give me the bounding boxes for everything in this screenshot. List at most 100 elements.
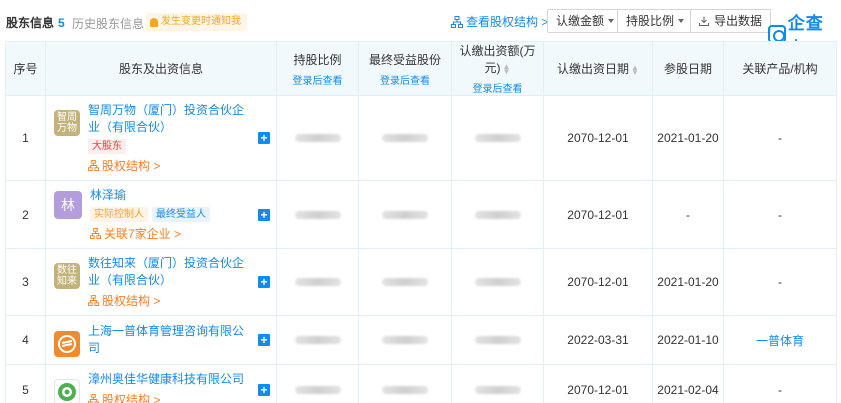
blurred-value — [382, 385, 428, 394]
amount-cell — [451, 315, 544, 365]
role-tag: 大股东 — [88, 139, 126, 154]
col-join-date: 参股日期 — [652, 41, 724, 96]
shareholder-count: 5 — [58, 16, 65, 30]
amount-cell — [451, 364, 544, 403]
col-date[interactable]: 认缴出资日期 ▲ ▼ — [543, 41, 653, 96]
col-amount[interactable]: 认缴出资额(万元) ▲ ▼ 登录后查看 — [451, 41, 544, 96]
chevron-down-icon — [608, 19, 615, 23]
expand-plus-icon[interactable]: + — [258, 132, 270, 144]
final-benefit-cell — [358, 248, 452, 316]
expand-plus-icon[interactable]: + — [258, 383, 270, 396]
table-row: 5 漳州奥佳华健康科技有限公司 股权结构 > +2070-12-01 2021-02-0… — [5, 364, 837, 403]
table-row: 1 智周 万物 智周万物（厦门）投资合伙企业（有限合伙） 大股东 股权结构 > +2070-… — [5, 95, 837, 181]
login-to-view-link[interactable]: 登录后查看 — [359, 72, 451, 87]
row-number: 2 — [5, 180, 46, 249]
shareholder-cell: 智周 万物 智周万物（厦门）投资合伙企业（有限合伙） 大股东股权结构 > + — [45, 95, 277, 181]
final-benefit-cell — [358, 95, 452, 181]
avatar: 林 — [54, 191, 82, 219]
amount-filter-dropdown[interactable]: 认缴金额 — [547, 9, 624, 33]
tree-icon — [88, 295, 99, 306]
section-title: 股东信息 5 — [6, 16, 65, 30]
final-benefit-cell — [358, 180, 452, 249]
blurred-value — [294, 278, 341, 286]
subscribe-date-cell: 2070-12-01 — [543, 95, 653, 181]
blurred-value — [474, 385, 521, 394]
expand-plus-icon[interactable]: + — [258, 334, 270, 346]
table-row: 2 林林泽瑜 实际控制人 最终受益人 关联7家企业 > +2070-12-01- - — [5, 180, 837, 249]
related-product-cell: - — [723, 248, 837, 316]
shareholder-cell: 林林泽瑜实际控制人 最终受益人关联7家企业 > + — [45, 180, 277, 249]
shareholder-table: 序号 股东及出资信息 持股比例 登录后查看 最终受益股份 登录后查看 认缴出资额(万… — [5, 41, 837, 403]
ratio-cell — [276, 180, 359, 249]
login-to-view-link[interactable]: 登录后查看 — [452, 80, 543, 95]
row-number: 5 — [5, 364, 46, 403]
history-shareholders-link[interactable]: 历史股东信息1 — [72, 15, 155, 32]
tree-icon — [88, 160, 99, 171]
blurred-value — [294, 336, 341, 344]
join-date-cell: 2022-01-10 — [652, 315, 724, 365]
blurred-value — [474, 278, 521, 286]
table-row: 4 上海一普体育管理咨询有限公司 +2022-03-31 2022-01-10 一普体育 — [5, 315, 837, 365]
equity-structure-link[interactable]: 股权结构 > — [88, 391, 250, 403]
shareholder-name-link[interactable]: 漳州奥佳华健康科技有限公司 — [88, 371, 250, 388]
sort-icon: ▲ ▼ — [631, 62, 639, 77]
role-tag: 实际控制人 — [90, 207, 148, 222]
subscribe-date-cell: 2070-12-01 — [543, 248, 653, 316]
blurred-value — [294, 210, 341, 219]
ratio-filter-dropdown[interactable]: 持股比例 — [617, 9, 694, 33]
ratio-cell — [276, 364, 359, 403]
equity-structure-link[interactable]: 股权结构 > — [88, 292, 250, 309]
expand-plus-icon[interactable]: + — [258, 276, 270, 288]
subscribe-date-cell: 2070-12-01 — [543, 364, 653, 403]
tree-icon — [88, 394, 99, 403]
avatar: 智周 万物 — [54, 110, 80, 136]
blurred-value — [474, 336, 521, 344]
expand-plus-icon[interactable]: + — [258, 208, 270, 221]
amount-cell — [451, 180, 544, 249]
export-button[interactable]: 导出数据 — [690, 9, 772, 33]
tree-icon — [451, 15, 463, 28]
join-date-cell: 2021-01-20 — [652, 248, 724, 316]
col-no: 序号 — [5, 41, 46, 96]
join-date-cell: 2021-02-04 — [652, 364, 724, 403]
view-structure-link[interactable]: 查看股权结构 > — [451, 13, 548, 30]
join-date-cell: 2021-01-20 — [652, 95, 724, 181]
blurred-value — [382, 210, 428, 219]
shareholder-cell: 数往 知来 数往知来（厦门）投资合伙企业（有限合伙） 股权结构 > + — [45, 248, 277, 316]
bell-icon — [150, 17, 158, 27]
shareholder-cell: 上海一普体育管理咨询有限公司 + — [45, 315, 277, 365]
shareholder-name-link[interactable]: 智周万物（厦门）投资合伙企业（有限合伙） — [88, 102, 250, 136]
company-logo-icon — [54, 379, 80, 403]
col-related: 关联产品/机构 — [723, 41, 837, 96]
ratio-cell — [276, 315, 359, 365]
row-number: 4 — [5, 315, 46, 365]
tree-icon — [90, 228, 101, 239]
shareholder-name-link[interactable]: 林泽瑜 — [90, 187, 250, 204]
related-product-cell: - — [723, 180, 837, 249]
final-benefit-cell — [358, 315, 452, 365]
role-tag: 最终受益人 — [152, 207, 210, 222]
col-final-benefit: 最终受益股份 登录后查看 — [358, 41, 452, 96]
shareholder-cell: 漳州奥佳华健康科技有限公司股权结构 > + — [45, 364, 277, 403]
chevron-down-icon — [678, 19, 685, 23]
row-number: 1 — [5, 95, 46, 181]
login-to-view-link[interactable]: 登录后查看 — [277, 72, 358, 87]
blurred-value — [382, 336, 428, 344]
final-benefit-cell — [358, 364, 452, 403]
sort-icon: ▲ ▼ — [502, 61, 511, 76]
section-header: 股东信息5 历史股东信息1 发生变更时通知我 查看股权结构 > 认缴金额 持股比… — [0, 0, 841, 58]
join-date-cell: - — [652, 180, 724, 249]
subscribe-date-cell: 2070-12-01 — [543, 180, 653, 249]
related-product-cell[interactable]: 一普体育 — [723, 315, 837, 365]
related-product-cell: - — [723, 95, 837, 181]
avatar: 数往 知来 — [54, 263, 80, 289]
equity-structure-link[interactable]: 股权结构 > — [88, 157, 250, 174]
change-notify-button[interactable]: 发生变更时通知我 — [146, 13, 247, 31]
blurred-value — [382, 278, 428, 286]
equity-structure-link[interactable]: 关联7家企业 > — [90, 225, 250, 242]
col-ratio: 持股比例 登录后查看 — [276, 41, 359, 96]
shareholder-name-link[interactable]: 上海一普体育管理咨询有限公司 — [88, 323, 250, 357]
subscribe-date-cell: 2022-03-31 — [543, 315, 653, 365]
shareholder-name-link[interactable]: 数往知来（厦门）投资合伙企业（有限合伙） — [88, 255, 250, 289]
blurred-value — [474, 134, 521, 142]
